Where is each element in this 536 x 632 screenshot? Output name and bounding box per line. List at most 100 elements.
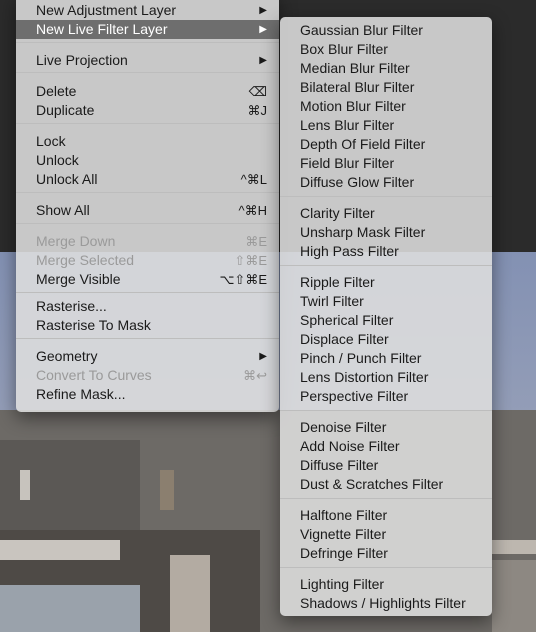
menu-separator bbox=[16, 223, 279, 224]
submenu-item-field-blur-filter[interactable]: Field Blur Filter bbox=[280, 154, 492, 173]
menu-item-label: Geometry bbox=[36, 348, 98, 364]
submenu-item-label: Field Blur Filter bbox=[300, 155, 395, 171]
submenu-item-shadows-highlights-filter[interactable]: Shadows / Highlights Filter bbox=[280, 594, 492, 613]
submenu-item-vignette-filter[interactable]: Vignette Filter bbox=[280, 525, 492, 544]
submenu-item-label: Lens Blur Filter bbox=[300, 117, 395, 133]
submenu-item-high-pass-filter[interactable]: High Pass Filter bbox=[280, 242, 492, 261]
menu-item-label: Unlock bbox=[36, 152, 79, 168]
menu-item-duplicate[interactable]: Duplicate ⌘J bbox=[16, 101, 279, 120]
triangle-right-icon: ▶ bbox=[259, 5, 267, 16]
submenu-item-label: Dust & Scratches Filter bbox=[300, 476, 444, 492]
submenu-item-label: Clarity Filter bbox=[300, 205, 375, 221]
submenu-item-diffuse-filter[interactable]: Diffuse Filter bbox=[280, 456, 492, 475]
menu-item-label: Lock bbox=[36, 133, 66, 149]
submenu-item-halftone-filter[interactable]: Halftone Filter bbox=[280, 506, 492, 525]
submenu-item-label: Bilateral Blur Filter bbox=[300, 79, 415, 95]
submenu-item-label: Diffuse Filter bbox=[300, 457, 379, 473]
submenu-item-lens-distortion-filter[interactable]: Lens Distortion Filter bbox=[280, 368, 492, 387]
submenu-item-add-noise-filter[interactable]: Add Noise Filter bbox=[280, 437, 492, 456]
submenu-item-label: Unsharp Mask Filter bbox=[300, 224, 426, 240]
menu-item-merge-visible[interactable]: Merge Visible ⌥⇧⌘E bbox=[16, 270, 279, 289]
submenu-item-perspective-filter[interactable]: Perspective Filter bbox=[280, 387, 492, 406]
menu-item-rasterise-to-mask[interactable]: Rasterise To Mask bbox=[16, 316, 279, 335]
submenu-item-motion-blur-filter[interactable]: Motion Blur Filter bbox=[280, 97, 492, 116]
menu-item-label: New Adjustment Layer bbox=[36, 2, 177, 18]
menu-separator bbox=[16, 42, 279, 43]
submenu-item-label: Halftone Filter bbox=[300, 507, 388, 523]
menu-item-label: Merge Selected bbox=[36, 252, 135, 268]
menu-item-label: Show All bbox=[36, 202, 90, 218]
submenu-item-label: Defringe Filter bbox=[300, 545, 388, 561]
submenu-item-dust-scratches-filter[interactable]: Dust & Scratches Filter bbox=[280, 475, 492, 494]
menu-item-label: Rasterise... bbox=[36, 298, 107, 314]
submenu-item-median-blur-filter[interactable]: Median Blur Filter bbox=[280, 59, 492, 78]
submenu-item-denoise-filter[interactable]: Denoise Filter bbox=[280, 418, 492, 437]
submenu-item-label: Ripple Filter bbox=[300, 274, 375, 290]
submenu-item-defringe-filter[interactable]: Defringe Filter bbox=[280, 544, 492, 563]
submenu-item-box-blur-filter[interactable]: Box Blur Filter bbox=[280, 40, 492, 59]
menu-item-label: Duplicate bbox=[36, 102, 95, 118]
submenu-item-unsharp-mask-filter[interactable]: Unsharp Mask Filter bbox=[280, 223, 492, 242]
menu-item-label: Unlock All bbox=[36, 171, 98, 187]
submenu-item-lens-blur-filter[interactable]: Lens Blur Filter bbox=[280, 116, 492, 135]
submenu-item-gaussian-blur-filter[interactable]: Gaussian Blur Filter bbox=[280, 21, 492, 40]
menu-separator bbox=[280, 196, 492, 197]
menu-item-label: Refine Mask... bbox=[36, 386, 126, 402]
submenu-item-label: Twirl Filter bbox=[300, 293, 364, 309]
menu-item-refine-mask[interactable]: Refine Mask... bbox=[16, 385, 279, 404]
shortcut-label: ⌘E bbox=[245, 234, 267, 249]
menu-item-label: Merge Down bbox=[36, 233, 116, 249]
menu-item-convert-to-curves: Convert To Curves ⌘↩ bbox=[16, 366, 279, 385]
menu-item-unlock-all[interactable]: Unlock All ^⌘L bbox=[16, 170, 279, 189]
submenu-item-label: Gaussian Blur Filter bbox=[300, 22, 423, 38]
submenu-item-label: Spherical Filter bbox=[300, 312, 394, 328]
menu-separator bbox=[16, 338, 279, 339]
menu-item-label: Delete bbox=[36, 83, 77, 99]
menu-item-merge-selected: Merge Selected ⇧⌘E bbox=[16, 251, 279, 270]
menu-separator bbox=[280, 567, 492, 568]
submenu-item-label: Shadows / Highlights Filter bbox=[300, 595, 466, 611]
menu-item-lock[interactable]: Lock bbox=[16, 132, 279, 151]
menu-separator bbox=[280, 410, 492, 411]
menu-separator bbox=[16, 123, 279, 124]
submenu-item-displace-filter[interactable]: Displace Filter bbox=[280, 330, 492, 349]
submenu-item-depth-of-field-filter[interactable]: Depth Of Field Filter bbox=[280, 135, 492, 154]
menu-item-delete[interactable]: Delete ⌫ bbox=[16, 82, 279, 101]
menu-separator bbox=[280, 265, 492, 266]
menu-separator bbox=[16, 72, 279, 73]
menu-item-new-live-filter-layer[interactable]: New Live Filter Layer ▶ bbox=[16, 20, 279, 39]
live-filter-submenu: Gaussian Blur Filter Box Blur Filter Media… bbox=[280, 17, 492, 616]
menu-item-geometry[interactable]: Geometry ▶ bbox=[16, 347, 279, 366]
submenu-item-twirl-filter[interactable]: Twirl Filter bbox=[280, 292, 492, 311]
menu-item-unlock[interactable]: Unlock bbox=[16, 151, 279, 170]
submenu-item-label: Motion Blur Filter bbox=[300, 98, 406, 114]
submenu-item-label: Displace Filter bbox=[300, 331, 389, 347]
triangle-right-icon: ▶ bbox=[259, 351, 267, 362]
menu-item-label: Convert To Curves bbox=[36, 367, 152, 383]
submenu-item-label: Depth Of Field Filter bbox=[300, 136, 426, 152]
shortcut-label: ⇧⌘E bbox=[234, 253, 267, 268]
triangle-right-icon: ▶ bbox=[259, 24, 267, 35]
submenu-item-label: High Pass Filter bbox=[300, 243, 399, 259]
menu-item-live-projection[interactable]: Live Projection ▶ bbox=[16, 51, 279, 70]
menu-item-new-adjustment-layer[interactable]: New Adjustment Layer ▶ bbox=[16, 1, 279, 20]
submenu-item-ripple-filter[interactable]: Ripple Filter bbox=[280, 273, 492, 292]
submenu-item-label: Pinch / Punch Filter bbox=[300, 350, 422, 366]
triangle-right-icon: ▶ bbox=[259, 55, 267, 66]
submenu-item-diffuse-glow-filter[interactable]: Diffuse Glow Filter bbox=[280, 173, 492, 192]
submenu-item-label: Box Blur Filter bbox=[300, 41, 388, 57]
submenu-item-label: Lens Distortion Filter bbox=[300, 369, 429, 385]
submenu-item-label: Median Blur Filter bbox=[300, 60, 410, 76]
submenu-item-spherical-filter[interactable]: Spherical Filter bbox=[280, 311, 492, 330]
menu-separator bbox=[280, 498, 492, 499]
submenu-item-lighting-filter[interactable]: Lighting Filter bbox=[280, 575, 492, 594]
menu-separator bbox=[16, 292, 279, 293]
menu-item-label: Merge Visible bbox=[36, 271, 121, 287]
menu-item-rasterise[interactable]: Rasterise... bbox=[16, 297, 279, 316]
submenu-item-clarity-filter[interactable]: Clarity Filter bbox=[280, 204, 492, 223]
menu-item-show-all[interactable]: Show All ^⌘H bbox=[16, 201, 279, 220]
shortcut-label: ⌘J bbox=[247, 103, 268, 118]
submenu-item-pinch-punch-filter[interactable]: Pinch / Punch Filter bbox=[280, 349, 492, 368]
submenu-item-bilateral-blur-filter[interactable]: Bilateral Blur Filter bbox=[280, 78, 492, 97]
layer-menu: New Adjustment Layer ▶ New Live Filter Lay… bbox=[16, 0, 279, 412]
